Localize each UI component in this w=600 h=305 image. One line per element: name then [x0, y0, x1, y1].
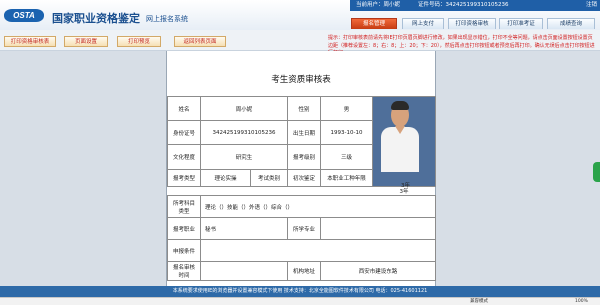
site-title: 国家职业资格鉴定 [52, 12, 140, 25]
osta-logo: OSTA [4, 9, 44, 22]
birth-value: 1993-10-10 [320, 120, 374, 145]
org-label: 报名审核 时间 [167, 261, 201, 281]
subjects-value: 理论（）技能（）外语（）综合（） [199, 195, 437, 218]
cert-number: 证件号码：342425199310105236 [418, 2, 509, 8]
level-label: 报考级别 [287, 144, 322, 170]
address-label: 机构地址 [287, 261, 322, 281]
birth-label: 出生日期 [287, 120, 322, 145]
job-value: 秘书 [199, 217, 289, 240]
work-years-display: 3年 [401, 183, 410, 189]
form-title: 考生资质审核表 [271, 75, 331, 85]
photo-cell [372, 96, 437, 187]
tab-score-query[interactable]: 成绩查询 [547, 18, 595, 29]
education-value: 研究生 [199, 144, 289, 170]
name-label: 姓名 [167, 96, 201, 121]
job-label: 报考职业 [167, 217, 201, 240]
education-label: 文化程度 [167, 144, 201, 170]
exam-category-value: 初次鉴定 [287, 169, 322, 187]
subjects-label: 所考科目 类型 [167, 195, 201, 218]
org-label-line2: 时间 [178, 273, 190, 279]
address-value: 西安市建设东路 [320, 261, 437, 281]
org-value [199, 261, 289, 281]
back-to-list-button[interactable]: 返回列表页面 [174, 36, 226, 47]
site-header: OSTA 国家职业资格鉴定 网上报名系统 当前用户：周小妮 证件号码：34242… [0, 0, 600, 30]
id-value: 342425199310105236 [199, 120, 289, 145]
tab-online-payment[interactable]: 网上支付 [402, 18, 444, 29]
level-value: 三级 [320, 144, 374, 170]
name-value: 周小妮 [199, 96, 289, 121]
exam-category-label: 考试类别 [249, 169, 289, 187]
current-user: 当前用户：周小妮 [356, 2, 401, 8]
form-paper: 考生资质审核表 姓名 周小妮 性别 男 身份证号 342425199310105… [166, 51, 437, 286]
user-bar: 当前用户：周小妮 证件号码：342425199310105236 注销 [350, 0, 600, 11]
condition-value [199, 239, 437, 262]
work-years-label: 本职业工种年限 [320, 169, 374, 187]
tab-print-qualification[interactable]: 打印资格审核 [448, 18, 496, 29]
subjects-label-line2: 类型 [178, 208, 190, 215]
tab-registration[interactable]: 报名管理 [351, 18, 397, 29]
major-value [320, 217, 437, 240]
type-value: 理论实操 [200, 169, 251, 187]
gender-value: 男 [320, 96, 374, 121]
type-label: 报考类型 [167, 169, 201, 187]
logout-link[interactable]: 注销 [586, 0, 597, 11]
print-preview-button[interactable]: 打印预览 [117, 36, 161, 47]
subjects-label-line1: 所考科目 [172, 200, 195, 207]
applicant-photo [373, 97, 435, 186]
side-feedback-tab[interactable] [593, 162, 600, 182]
site-footer: 本系统要求使用IE的浏览器并设置兼容模式下使用 技术支持：北京全能图软件技术有限… [0, 286, 600, 297]
id-label: 身份证号 [167, 120, 201, 145]
tab-print-admission[interactable]: 打印准考证 [499, 18, 543, 29]
site-subtitle: 网上报名系统 [146, 15, 188, 23]
page-setup-button[interactable]: 页面设置 [64, 36, 108, 47]
condition-label: 申报条件 [167, 239, 201, 262]
gender-label: 性别 [287, 96, 322, 121]
print-review-form-button[interactable]: 打印资格审核表 [4, 36, 56, 47]
major-label: 所学专业 [287, 217, 322, 240]
org-label-line1: 报名审核 [172, 265, 195, 271]
